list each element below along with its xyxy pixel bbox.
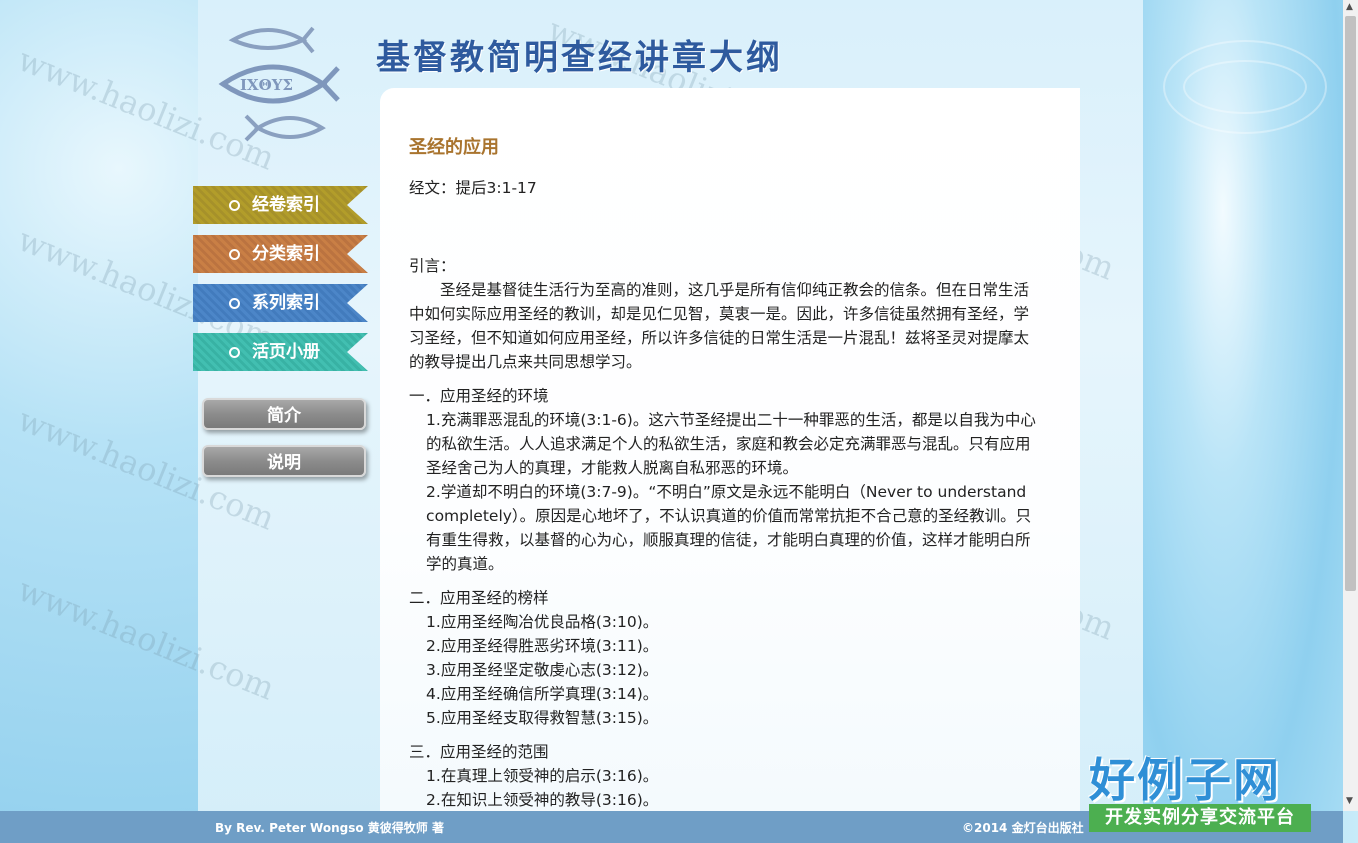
circle-icon: [229, 248, 240, 260]
section: 二．应用圣经的榜样 1.应用圣经陶冶优良品格(3:10)。 2.应用圣经得胜恶劣…: [409, 586, 1041, 730]
section-item: 1.应用圣经陶冶优良品格(3:10)。: [426, 613, 659, 631]
circle-icon: [229, 199, 240, 211]
nav-label: 经卷索引: [252, 195, 320, 215]
brand-tagline: 开发实例分享交流平台: [1089, 804, 1311, 832]
nav-label: 系列索引: [252, 293, 320, 313]
nav-book-index[interactable]: 经卷索引: [193, 186, 368, 224]
section: 三．应用圣经的范围 1.在真理上领受神的启示(3:16)。 2.在知识上领受神的…: [409, 740, 1041, 811]
scroll-up-arrow-icon[interactable]: ▲: [1346, 2, 1353, 12]
circle-icon: [229, 346, 240, 358]
nav-leaflet[interactable]: 活页小册: [193, 333, 368, 371]
site-title: 基督教简明查经讲章大纲: [376, 38, 783, 78]
nav-label: 活页小册: [252, 342, 320, 362]
scripture-reference: 经文：提后3:1-17: [409, 179, 537, 197]
section-item: 4.应用圣经确信所学真理(3:14)。: [426, 685, 659, 703]
brand-name: 好例子网: [1089, 753, 1281, 807]
instructions-button[interactable]: 说明: [202, 445, 366, 477]
logo-text: IXΘYΣ: [240, 76, 293, 94]
right-background: [1143, 0, 1343, 843]
article-title: 圣经的应用: [409, 137, 499, 158]
section-item: 1.充满罪恶混乱的环境(3:1-6)。这六节圣经提出二十一种罪恶的生活，都是以自…: [426, 411, 1036, 477]
brand-logo: 好例子网 开发实例分享交流平台: [1085, 744, 1313, 836]
intro-label: 引言：: [409, 257, 456, 275]
left-background: [0, 0, 198, 843]
ichthys-fish-logo: IXΘYΣ: [218, 26, 340, 142]
section-item: 3.应用圣经坚定敬虔心志(3:12)。: [426, 661, 659, 679]
section-item: 2.应用圣经得胜恶劣环境(3:11)。: [426, 637, 659, 655]
footer-copyright: ©2014 金灯台出版社: [962, 821, 1084, 835]
section: 一．应用圣经的环境 1.充满罪恶混乱的环境(3:1-6)。这六节圣经提出二十一种…: [409, 384, 1041, 576]
nav-category-index[interactable]: 分类索引: [193, 235, 368, 273]
section-item: 1.在真理上领受神的启示(3:16)。: [426, 767, 659, 785]
scroll-down-arrow-icon[interactable]: ▼: [1346, 796, 1353, 806]
section-heading: 二．应用圣经的榜样: [409, 589, 549, 607]
section-item: 5.应用圣经支取得救智慧(3:15)。: [426, 709, 659, 727]
section-item: 2.学道却不明白的环境(3:7-9)。“不明白”原文是永远不能明白（Never …: [426, 483, 1032, 573]
intro-paragraph: 圣经是基督徒生活行为至高的准则，这几乎是所有信仰纯正教会的信条。但在日常生活中如…: [409, 281, 1030, 371]
circle-icon: [229, 297, 240, 309]
content-panel: 圣经的应用 经文：提后3:1-17 引言： 圣经是基督徒生活行为至高的准则，这几…: [380, 88, 1080, 811]
section-item: 2.在知识上领受神的教导(3:16)。: [426, 791, 659, 809]
intro-button[interactable]: 简介: [202, 398, 366, 430]
section-heading: 一．应用圣经的环境: [409, 387, 549, 405]
scrollbar-thumb[interactable]: [1345, 16, 1356, 591]
section-heading: 三．应用圣经的范围: [409, 743, 549, 761]
footer-author: By Rev. Peter Wongso 黄彼得牧师 著: [215, 821, 444, 835]
nav-series-index[interactable]: 系列索引: [193, 284, 368, 322]
article: 圣经的应用 经文：提后3:1-17 引言： 圣经是基督徒生活行为至高的准则，这几…: [409, 136, 1041, 811]
nav-label: 分类索引: [252, 244, 320, 264]
